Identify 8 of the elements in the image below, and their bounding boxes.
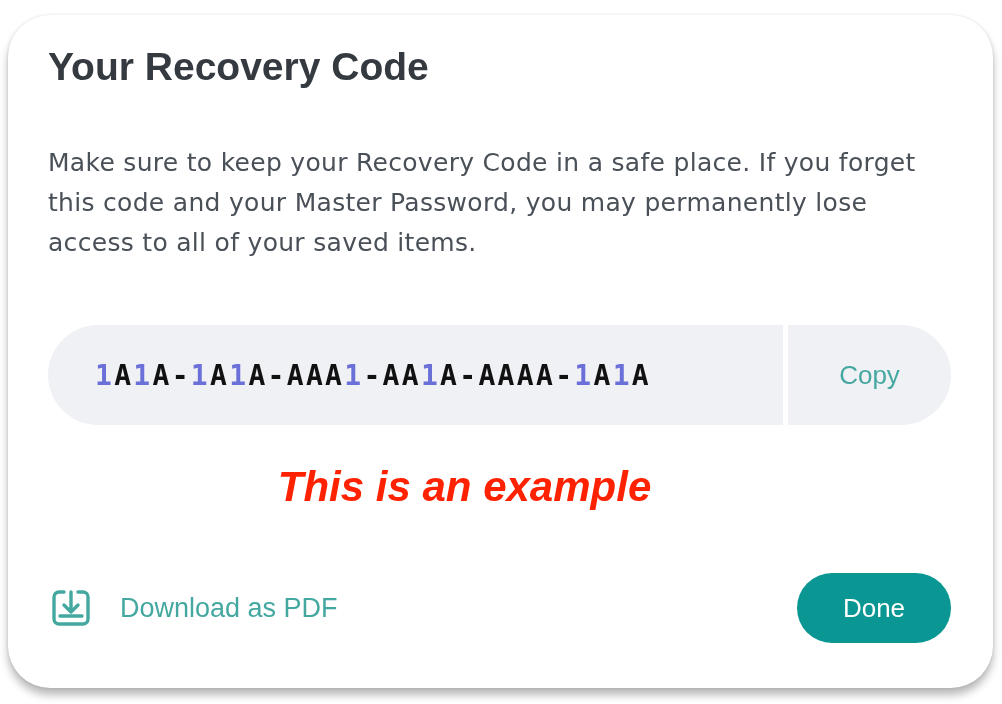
copy-button[interactable]: Copy bbox=[788, 325, 951, 425]
dialog-message: Make sure to keep your Recovery Code in a safe place. If you forget this code and your Master Password, you may permanently lose access to all of your saved items. bbox=[48, 147, 917, 259]
dialog-title: Your Recovery Code bbox=[48, 45, 429, 89]
recovery-code-field: 1A1A-1A1A-AAA1-AA1A-AAAA-1A1A bbox=[48, 325, 783, 425]
done-button[interactable]: Done bbox=[797, 573, 951, 643]
example-annotation: This is an example bbox=[277, 463, 652, 511]
download-icon bbox=[52, 590, 90, 626]
download-pdf-link[interactable]: Download as PDF bbox=[52, 590, 338, 626]
